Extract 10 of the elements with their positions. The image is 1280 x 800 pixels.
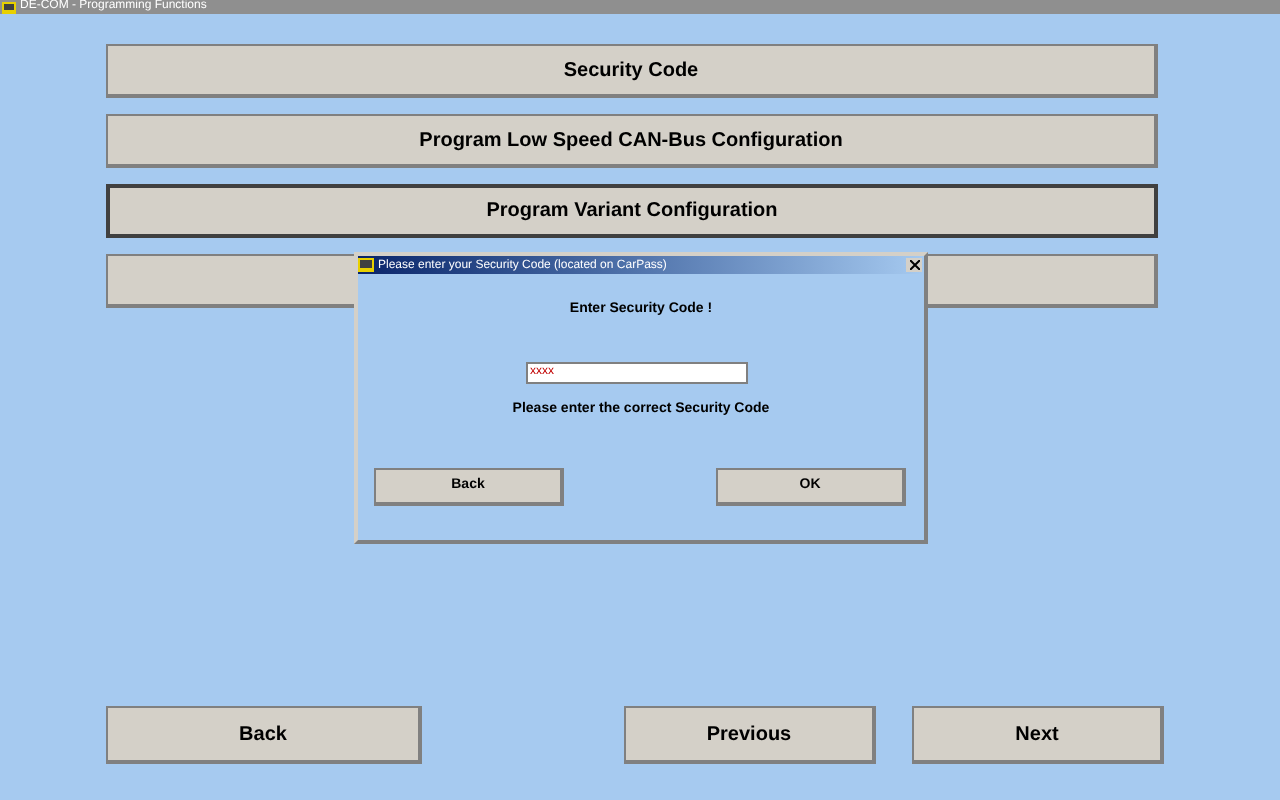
close-icon: [909, 260, 919, 270]
menu-button[interactable]: Security Code: [106, 44, 1158, 98]
app-icon: [358, 258, 374, 272]
close-button[interactable]: [906, 258, 922, 272]
previous-button[interactable]: Previous: [624, 706, 876, 764]
app-icon: [2, 1, 16, 13]
menu-button[interactable]: Program Low Speed CAN-Bus Configuration: [106, 114, 1158, 168]
menu-button[interactable]: Program Variant Configuration: [106, 184, 1158, 238]
back-button[interactable]: Back: [106, 706, 422, 764]
next-button[interactable]: Next: [912, 706, 1164, 764]
